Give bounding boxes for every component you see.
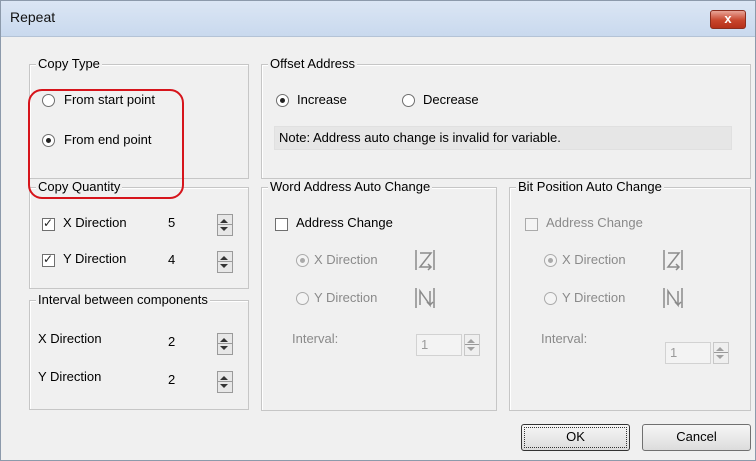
word-address-change-label[interactable]: Address Change [296,215,393,231]
x-quantity-input[interactable]: 5 [164,213,208,233]
word-x-direction-label[interactable]: X Direction [314,252,378,268]
interval-x-label: X Direction [38,331,102,346]
interval-group: Interval between components [29,292,249,410]
word-y-direction-label[interactable]: Y Direction [314,290,377,306]
interval-x-input[interactable]: 2 [164,332,208,352]
title-bar[interactable]: Repeat x [1,1,755,37]
bit-interval-label: Interval: [541,331,588,346]
offset-address-group: Offset Address [261,56,751,179]
word-address-change-checkbox[interactable] [275,218,288,231]
spin-up-icon[interactable] [220,219,228,223]
x-direction-checkbox[interactable] [42,216,55,231]
bit-position-legend: Bit Position Auto Change [516,179,664,195]
decrease-radio[interactable] [402,94,415,107]
bit-interval-spinner[interactable] [713,342,729,364]
x-quantity-spinner[interactable] [217,214,233,236]
copy-type-legend: Copy Type [36,56,102,72]
ok-button[interactable]: OK [521,424,630,451]
word-address-legend: Word Address Auto Change [268,179,433,195]
increase-radio[interactable] [276,94,289,107]
word-y-direction-radio[interactable] [296,292,309,305]
cancel-button[interactable]: Cancel [642,424,751,451]
annotation-highlight [28,89,184,199]
bit-x-direction-label[interactable]: X Direction [562,252,626,268]
y-direction-checkbox[interactable] [42,252,55,267]
copy-quantity-group: Copy Quantity [29,179,249,289]
spin-up-icon[interactable] [220,256,228,260]
spin-down-icon[interactable] [220,264,228,268]
close-button[interactable]: x [710,10,746,29]
word-x-direction-radio[interactable] [296,254,309,267]
interval-x-spinner[interactable] [217,333,233,355]
word-interval-input[interactable]: 1 [416,334,462,356]
window-title: Repeat [10,9,56,25]
increase-label[interactable]: Increase [297,92,347,108]
address-note: Note: Address auto change is invalid for… [274,126,732,150]
x-direction-label[interactable]: X Direction [63,215,127,231]
spin-up-icon[interactable] [220,338,228,342]
interval-y-spinner[interactable] [217,371,233,393]
repeat-dialog: Repeat x Copy Type From start point From… [0,0,756,461]
n-scan-direction-icon [663,288,683,308]
word-interval-label: Interval: [292,331,339,346]
z-scan-direction-icon [415,250,435,271]
spin-down-icon[interactable] [716,355,724,359]
spin-up-icon[interactable] [716,347,724,351]
bit-address-change-label[interactable]: Address Change [546,215,643,231]
n-scan-direction-icon [415,288,435,308]
spin-down-icon[interactable] [220,384,228,388]
spin-up-icon[interactable] [220,376,228,380]
y-quantity-spinner[interactable] [217,251,233,273]
offset-address-legend: Offset Address [268,56,358,72]
interval-y-label: Y Direction [38,369,102,384]
interval-y-input[interactable]: 2 [164,370,208,390]
word-interval-spinner[interactable] [464,334,480,356]
spin-up-icon[interactable] [467,339,475,343]
dialog-body: Copy Type From start point From end poin… [1,37,755,460]
z-scan-direction-icon [663,250,683,271]
bit-address-change-checkbox[interactable] [525,218,538,231]
bit-y-direction-radio[interactable] [544,292,557,305]
y-quantity-input[interactable]: 4 [164,250,208,270]
bit-x-direction-radio[interactable] [544,254,557,267]
interval-legend: Interval between components [36,292,210,308]
decrease-label[interactable]: Decrease [423,92,479,108]
spin-down-icon[interactable] [467,347,475,351]
spin-down-icon[interactable] [220,227,228,231]
spin-down-icon[interactable] [220,346,228,350]
close-icon: x [724,11,732,26]
y-direction-label[interactable]: Y Direction [63,251,126,267]
bit-interval-input[interactable]: 1 [665,342,711,364]
bit-y-direction-label[interactable]: Y Direction [562,290,625,306]
